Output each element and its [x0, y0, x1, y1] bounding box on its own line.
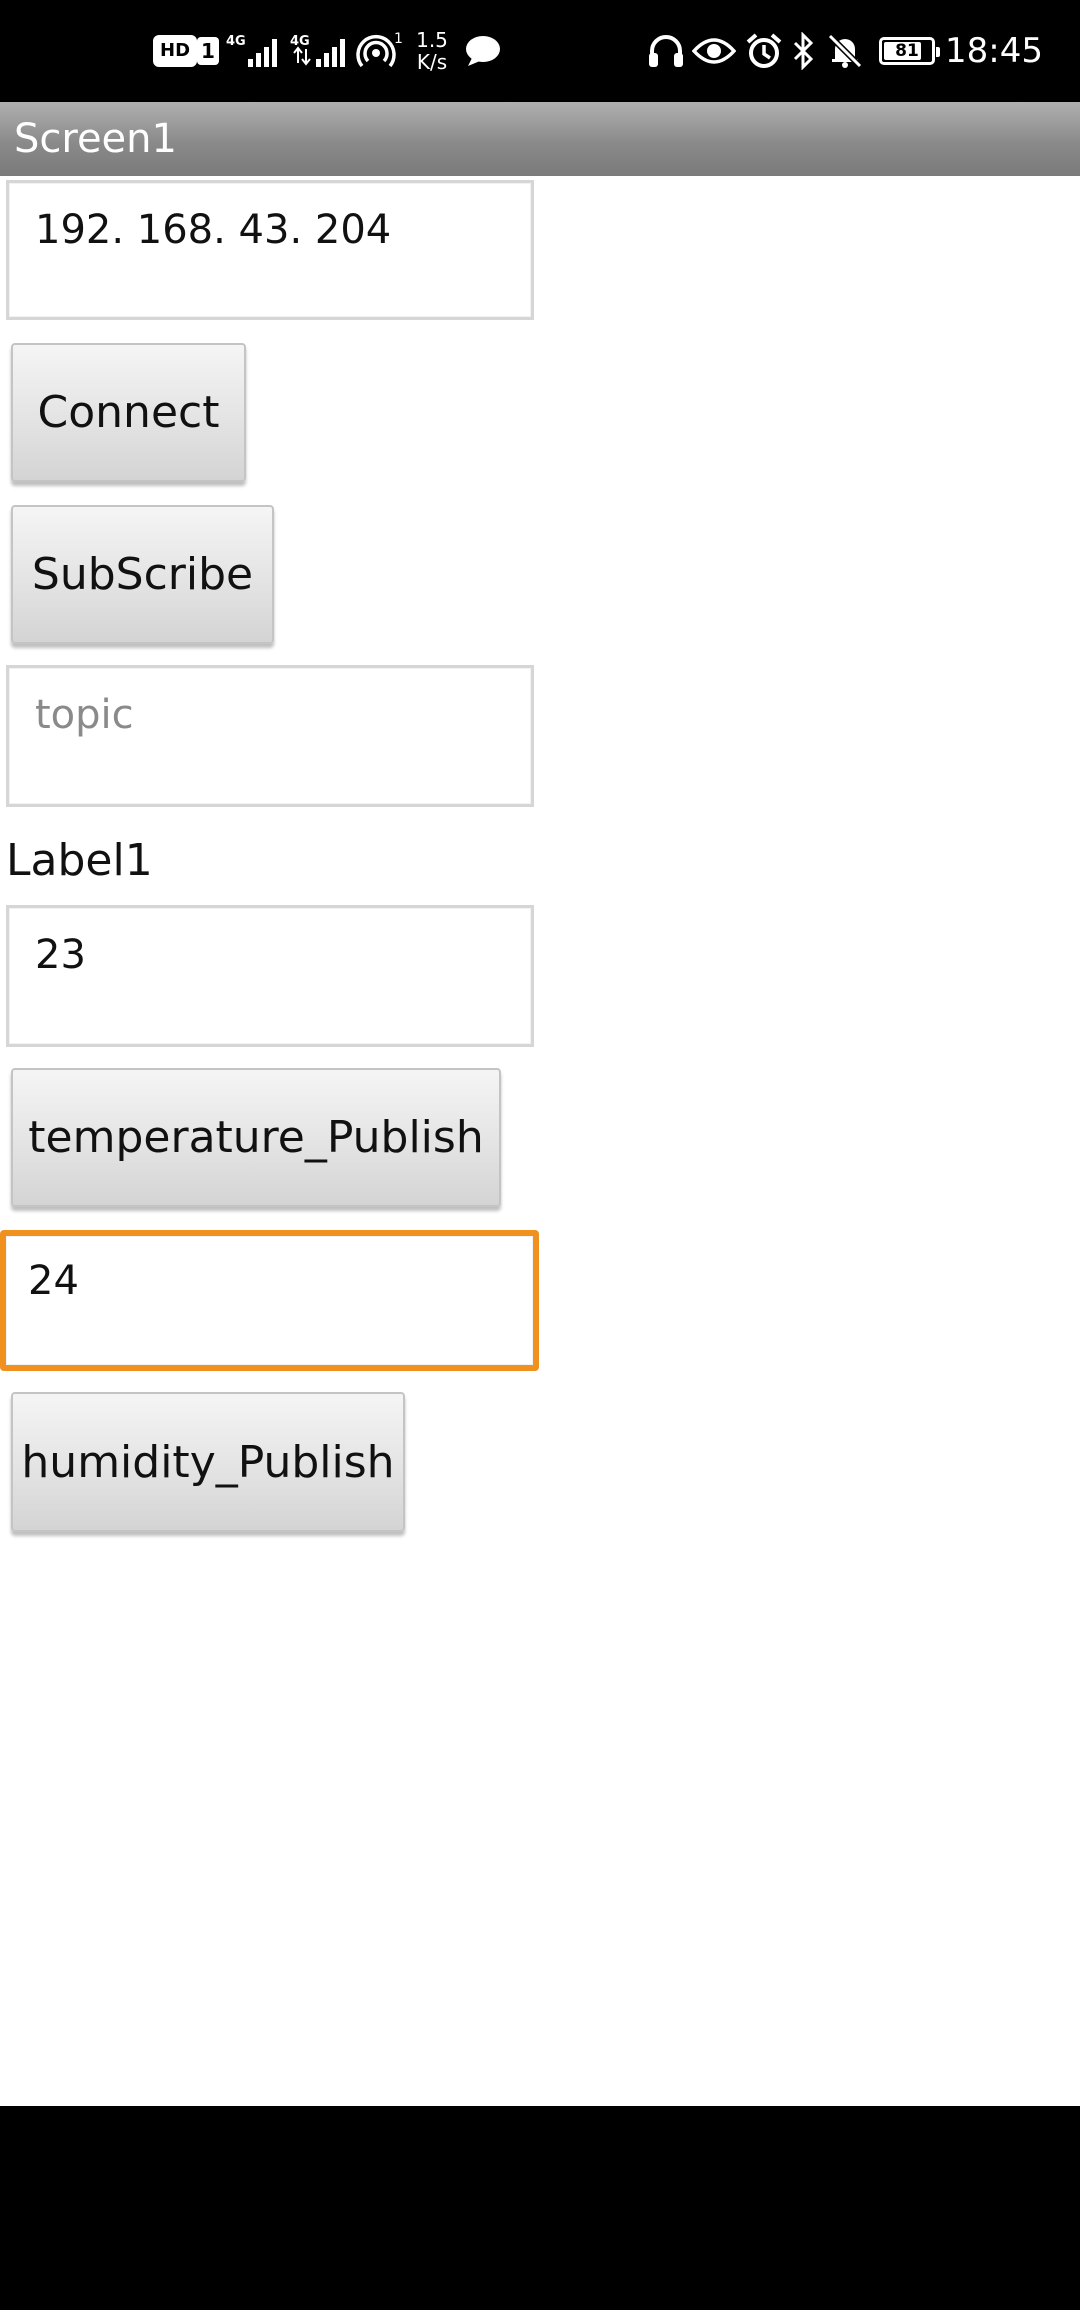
- clock: 18:45: [945, 31, 1043, 71]
- navigation-bar: [0, 2106, 1080, 2310]
- hotspot-icon: 1: [356, 0, 404, 102]
- bluetooth-icon: [788, 0, 820, 102]
- eye-icon: [690, 0, 738, 102]
- battery-icon: 81: [872, 0, 942, 102]
- humidity-publish-button[interactable]: humidity_Publish: [11, 1392, 405, 1532]
- hotspot-count: 1: [394, 31, 403, 47]
- topic-field[interactable]: topic: [6, 665, 534, 807]
- temperature-publish-button[interactable]: temperature_Publish: [11, 1068, 501, 1207]
- net-speed-unit: K/s: [416, 50, 448, 74]
- sim-label: 1: [197, 37, 219, 65]
- status-bar: HD 1 4G 4G 1 1.5 K/s 81 18:45: [0, 0, 1080, 102]
- connect-button[interactable]: Connect: [11, 343, 246, 482]
- label1: Label1: [6, 835, 153, 886]
- app-title-bar: Screen1: [0, 102, 1080, 176]
- hd-label: HD: [153, 35, 198, 67]
- network-label-1: 4G: [226, 34, 246, 49]
- headphones-icon: [644, 0, 688, 102]
- subscribe-button[interactable]: SubScribe: [11, 505, 274, 644]
- net-speed-value: 1.5: [416, 28, 448, 52]
- network-label-2: 4G: [290, 34, 310, 49]
- mute-icon: [824, 0, 866, 102]
- signal-icon: 4G: [226, 0, 286, 102]
- battery-level: 81: [895, 41, 919, 61]
- alarm-icon: [742, 0, 786, 102]
- sim-icon: 1: [196, 0, 220, 102]
- signal-icon-2: 4G: [290, 0, 350, 102]
- message-icon: [462, 0, 504, 102]
- ip-address-field[interactable]: 192. 168. 43. 204: [6, 180, 534, 320]
- hd-icon: HD: [153, 0, 198, 102]
- net-speed: 1.5 K/s: [406, 0, 458, 102]
- humidity-field[interactable]: 24: [0, 1230, 539, 1371]
- screen-title: Screen1: [14, 116, 177, 162]
- temperature-field[interactable]: 23: [6, 905, 534, 1047]
